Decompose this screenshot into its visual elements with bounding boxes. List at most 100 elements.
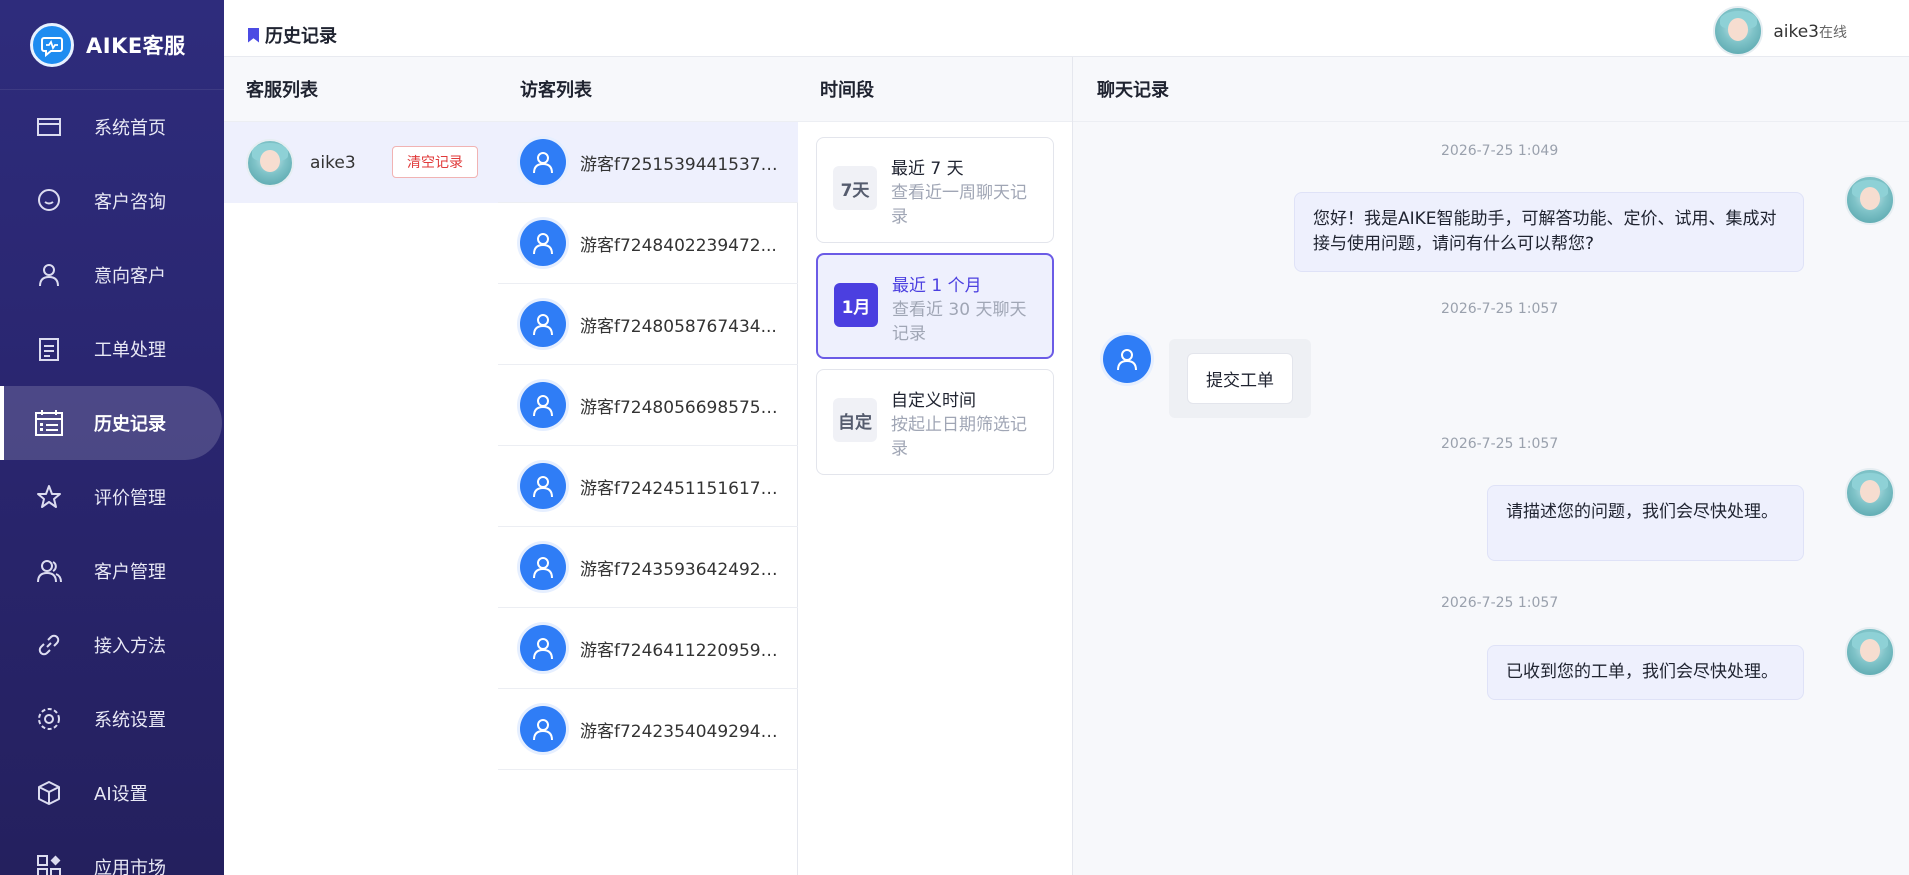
- message-timestamp: 2026-7-25 1:057: [1441, 301, 1559, 317]
- sidebar-item-consult[interactable]: 客户咨询: [0, 164, 224, 238]
- gear-icon: [34, 704, 64, 734]
- page-title: 历史记录: [248, 22, 337, 48]
- agent-row[interactable]: aike3 清空记录: [224, 122, 498, 203]
- time-card-1-month[interactable]: 1月 最近 1 个月 查看近 30 天聊天记录: [816, 253, 1054, 359]
- visitor-row[interactable]: 游客f7246411220959v...: [498, 608, 798, 689]
- visitor-avatar-icon: [1103, 335, 1151, 383]
- sidebar-item-label: 应用市场: [94, 858, 166, 875]
- star-icon: [34, 482, 64, 512]
- message-timestamp: 2026-7-25 1:057: [1441, 595, 1559, 611]
- sidebar-item-dashboard[interactable]: 系统首页: [0, 90, 224, 164]
- bookmark-icon: [248, 27, 259, 43]
- sidebar-item-label: 工单处理: [94, 340, 166, 361]
- chat-panel: 聊天记录 2026-7-25 1:049 您好！我是AIKE智能助手，可解答功能…: [1073, 57, 1909, 875]
- chat-icon: [34, 186, 64, 216]
- page-title-text: 历史记录: [265, 26, 337, 47]
- time-card-badge: 7天: [833, 166, 877, 210]
- sidebar-item-tickets[interactable]: 工单处理: [0, 312, 224, 386]
- sidebar-item-label: 评价管理: [94, 488, 166, 509]
- brand-logo-icon: [30, 22, 74, 67]
- sidebar-item-integration[interactable]: 接入方法: [0, 608, 224, 682]
- visitor-list-title: 访客列表: [498, 57, 798, 122]
- message-bubble: 请描述您的问题，我们会尽快处理。: [1487, 485, 1804, 561]
- user-menu[interactable]: aike3在线: [1713, 6, 1847, 56]
- brand-name: AIKE客服: [86, 33, 186, 58]
- sidebar-item-intent[interactable]: 意向客户: [0, 238, 224, 312]
- time-card-title: 自定义时间: [891, 391, 976, 411]
- agent-list-title: 客服列表: [224, 57, 498, 122]
- visitor-name: 游客f7248058767434...: [580, 316, 777, 337]
- user-name: aike3: [1773, 21, 1819, 42]
- avatar: [246, 138, 294, 187]
- time-card-desc: 按起止日期筛选记录: [891, 415, 1027, 459]
- visitor-row[interactable]: 游客f72515394415373...: [498, 122, 798, 203]
- visitor-name: 游客f7246411220959v...: [580, 640, 780, 661]
- time-card-badge: 1月: [834, 283, 878, 327]
- sidebar-item-label: 接入方法: [94, 636, 166, 657]
- history-icon: [34, 408, 64, 438]
- message-timestamp: 2026-7-25 1:057: [1441, 436, 1559, 452]
- sidebar-item-customers[interactable]: 客户管理: [0, 534, 224, 608]
- message-bubble: 您好！我是AIKE智能助手，可解答功能、定价、试用、集成对接与使用问题，请问有什…: [1294, 192, 1804, 272]
- time-range-title: 时间段: [798, 57, 1072, 122]
- sidebar-item-reviews[interactable]: 评价管理: [0, 460, 224, 534]
- link-icon: [34, 630, 64, 660]
- sidebar-item-app-market[interactable]: 应用市场: [0, 830, 224, 875]
- sidebar-item-history[interactable]: 历史记录: [0, 386, 222, 460]
- dashboard-icon: [34, 112, 64, 142]
- clipboard-icon: [34, 334, 64, 364]
- visitor-name: 游客f72480566985755...: [580, 397, 780, 418]
- sidebar-item-label: 意向客户: [94, 266, 166, 287]
- visitor-row[interactable]: 游客f72480566985755...: [498, 365, 798, 446]
- message-bubble: 提交工单: [1187, 353, 1293, 404]
- message-bubble: 已收到您的工单，我们会尽快处理。: [1487, 645, 1804, 700]
- avatar: [1845, 175, 1895, 225]
- sidebar-item-label: 客户咨询: [94, 192, 166, 213]
- clear-records-button[interactable]: 清空记录: [392, 146, 478, 178]
- user-status: 在线: [1819, 24, 1847, 41]
- time-card-title: 最近 1 个月: [892, 276, 982, 296]
- sidebar-item-label: 历史记录: [94, 414, 166, 435]
- avatar: [1713, 6, 1764, 56]
- visitor-list: 游客f72515394415373... 游客f7248402239472...…: [498, 122, 798, 770]
- visitor-row[interactable]: 游客f72435936424929...: [498, 527, 798, 608]
- chat-title: 聊天记录: [1073, 57, 1909, 122]
- apps-icon: [34, 852, 64, 875]
- visitor-row[interactable]: 游客f7242451151617b...: [498, 446, 798, 527]
- users-icon: [34, 556, 64, 586]
- sidebar-item-label: 客户管理: [94, 562, 166, 583]
- sidebar-item-settings[interactable]: 系统设置: [0, 682, 224, 756]
- visitor-row[interactable]: 游客f7248058767434...: [498, 284, 798, 365]
- time-range-panel: 时间段 7天 最近 7 天 查看近一周聊天记录 1月 最近 1 个月 查看近 3…: [798, 57, 1073, 875]
- agent-list-panel: 客服列表 aike3 清空记录: [224, 57, 498, 875]
- time-card-desc: 查看近一周聊天记录: [891, 183, 1027, 227]
- time-card-title: 最近 7 天: [891, 159, 964, 179]
- visitor-name: 游客f72515394415373...: [580, 154, 780, 175]
- visitor-avatar-icon: [520, 463, 566, 509]
- cube-icon: [34, 778, 64, 808]
- visitor-list-panel: 访客列表 游客f72515394415373... 游客f72484022394…: [498, 57, 798, 875]
- message-timestamp: 2026-7-25 1:049: [1441, 143, 1559, 159]
- time-card-desc: 查看近 30 天聊天记录: [892, 300, 1027, 344]
- visitor-name: 游客f72423540492945...: [580, 721, 780, 742]
- time-card-badge: 自定: [833, 398, 877, 442]
- time-card-custom[interactable]: 自定 自定义时间 按起止日期筛选记录: [816, 369, 1054, 475]
- sidebar-item-ai-settings[interactable]: AI设置: [0, 756, 224, 830]
- sidebar-item-label: 系统首页: [94, 118, 166, 139]
- visitor-row[interactable]: 游客f72423540492945...: [498, 689, 798, 770]
- agent-name: aike3: [310, 152, 356, 173]
- visitor-row[interactable]: 游客f7248402239472...: [498, 203, 798, 284]
- user-icon: [34, 260, 64, 290]
- visitor-avatar-icon: [520, 382, 566, 428]
- avatar: [1845, 627, 1895, 677]
- top-bar: 历史记录 aike3在线: [224, 0, 1909, 57]
- sidebar-item-label: 系统设置: [94, 710, 166, 731]
- visitor-avatar-icon: [520, 139, 566, 185]
- sidebar-item-label: AI设置: [94, 784, 148, 805]
- sidebar-nav: 系统首页 客户咨询 意向客户 工单处理 历史记录 评价管理 客户管理 接入方法: [0, 90, 224, 875]
- time-card-7-days[interactable]: 7天 最近 7 天 查看近一周聊天记录: [816, 137, 1054, 243]
- visitor-avatar-icon: [520, 544, 566, 590]
- visitor-avatar-icon: [520, 625, 566, 671]
- visitor-name: 游客f7242451151617b...: [580, 478, 780, 499]
- message-bubble-wrap: 提交工单: [1169, 339, 1311, 418]
